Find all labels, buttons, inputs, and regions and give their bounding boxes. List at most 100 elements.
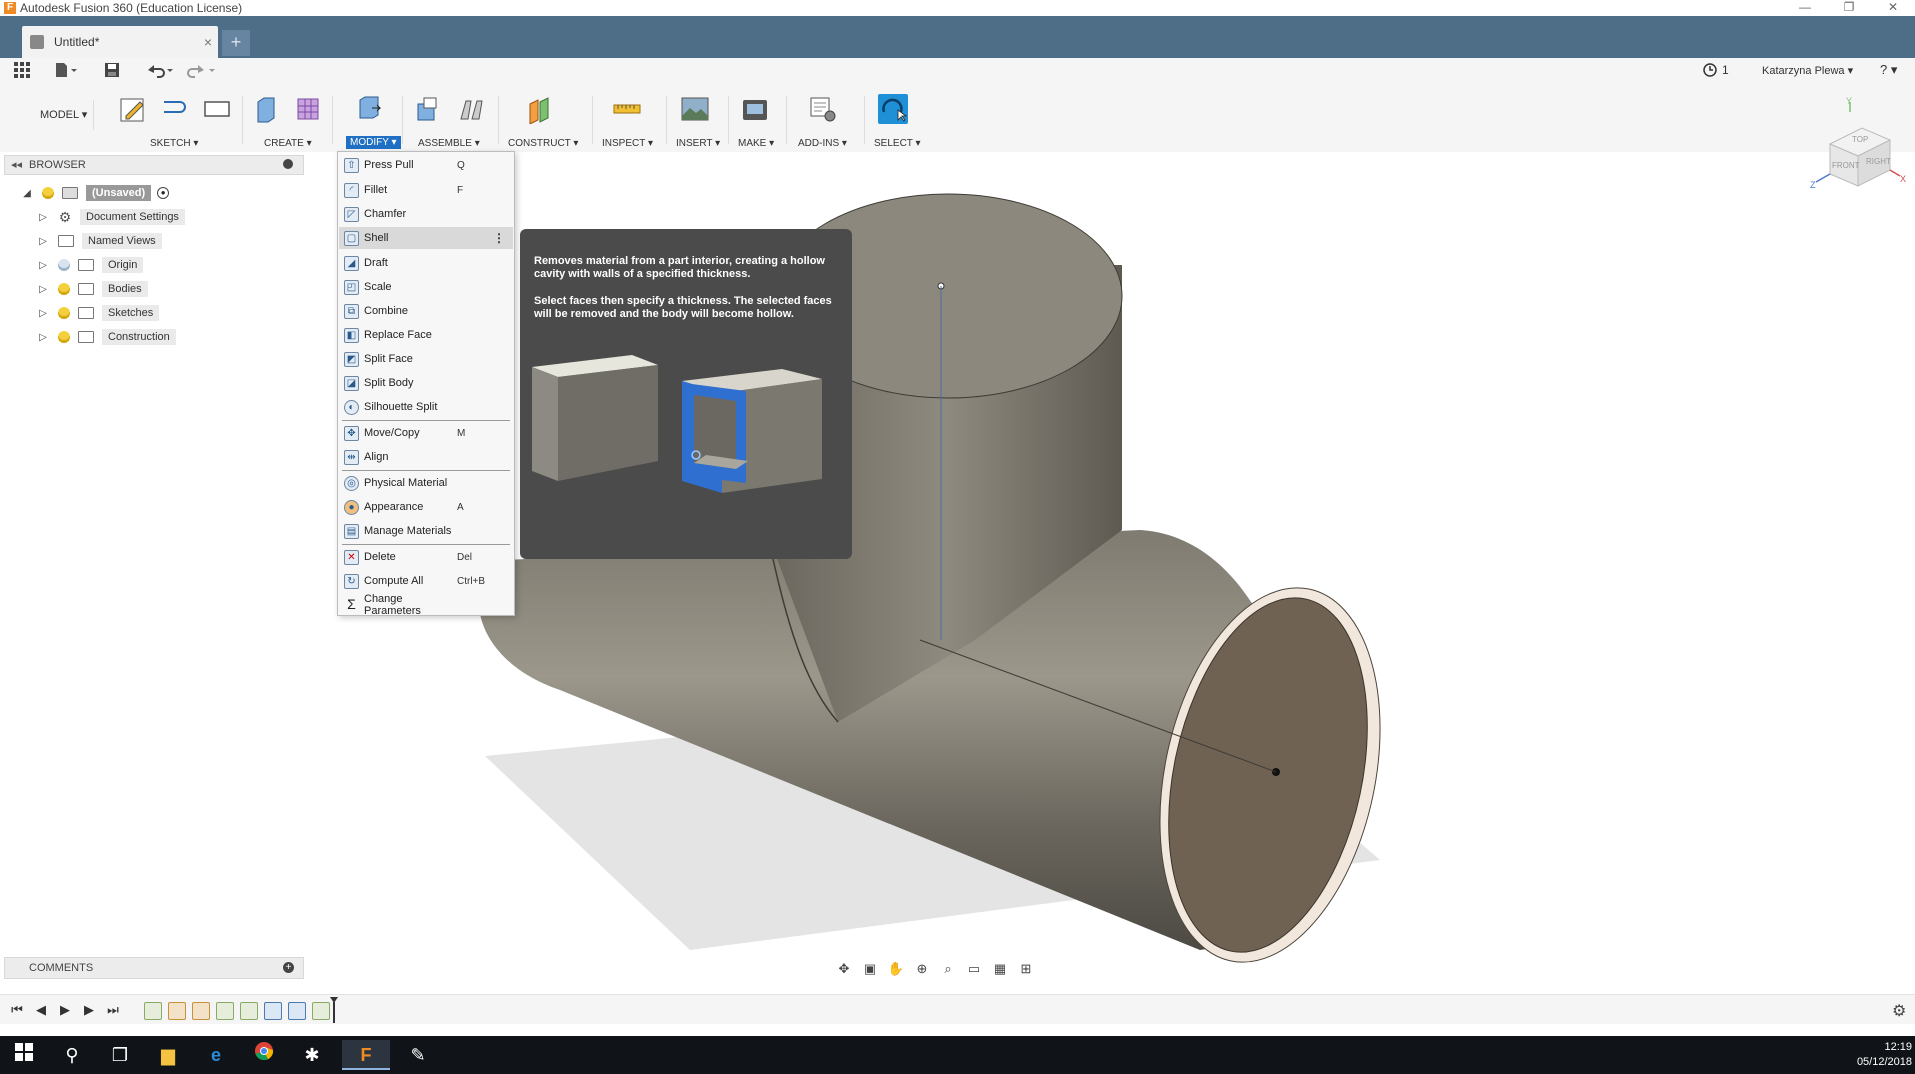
orbit-icon[interactable]: ✥: [834, 960, 854, 978]
make-group-label[interactable]: MAKE ▾: [738, 138, 774, 149]
system-clock[interactable]: 12:19 05/12/2018: [1848, 1040, 1912, 1070]
browser-options-icon[interactable]: [283, 159, 293, 169]
browser-panel-header[interactable]: ◂◂ BROWSER: [4, 155, 304, 175]
form-icon[interactable]: [294, 94, 324, 124]
task-view-icon[interactable]: ❐: [96, 1040, 144, 1070]
look-at-icon[interactable]: ▣: [860, 960, 880, 978]
line-tool-icon[interactable]: [160, 94, 190, 124]
fusion-360-taskbar-icon[interactable]: F: [342, 1040, 390, 1070]
close-window-button[interactable]: ✕: [1871, 0, 1915, 16]
menu-item-split-body[interactable]: ◪ Split Body: [339, 372, 513, 394]
menu-item-combine[interactable]: ⧉ Combine: [339, 300, 513, 322]
expand-arrow-icon[interactable]: ▷: [36, 332, 50, 343]
visibility-bulb-off-icon[interactable]: [58, 259, 70, 271]
joint-icon[interactable]: [456, 94, 486, 124]
timeline-feature-sketch[interactable]: [144, 1002, 162, 1020]
save-icon[interactable]: [102, 62, 122, 82]
search-icon[interactable]: ⚲: [48, 1040, 96, 1070]
menu-item-compute-all[interactable]: ↻ Compute All Ctrl+B: [339, 570, 513, 592]
comments-panel[interactable]: COMMENTS +: [4, 957, 304, 979]
workspace-switcher[interactable]: MODEL ▾: [14, 100, 94, 130]
menu-item-move-copy[interactable]: ✥ Move/Copy M: [339, 422, 513, 444]
menu-item-appearance[interactable]: ● Appearance A: [339, 496, 513, 518]
add-comment-button[interactable]: +: [283, 962, 294, 973]
menu-item-fillet[interactable]: ◜ Fillet F: [339, 179, 513, 201]
windows-start-icon[interactable]: [0, 1040, 48, 1070]
menu-item-align[interactable]: ⇹ Align: [339, 446, 513, 468]
menu-item-shell[interactable]: ▢ Shell ⋮: [339, 227, 513, 249]
go-to-start-icon[interactable]: ⏮: [8, 1001, 26, 1019]
step-forward-icon[interactable]: ▶: [80, 1001, 98, 1019]
tree-item-document-settings[interactable]: ▷ ⚙ Document Settings: [36, 207, 185, 227]
addins-group-label[interactable]: ADD-INS ▾: [798, 138, 847, 149]
visibility-bulb-icon[interactable]: [42, 187, 54, 199]
select-group-label[interactable]: SELECT ▾: [874, 138, 921, 149]
menu-item-change-parameters[interactable]: Σ Change Parameters: [339, 593, 513, 617]
viewcube-right-face[interactable]: RIGHT: [1866, 157, 1891, 166]
timeline-feature-sketch[interactable]: [216, 1002, 234, 1020]
create-group-label[interactable]: CREATE ▾: [264, 138, 312, 149]
menu-item-replace-face[interactable]: ◧ Replace Face: [339, 324, 513, 346]
data-panel-grid-icon[interactable]: [12, 62, 32, 82]
expand-arrow-icon[interactable]: ▷: [36, 260, 50, 271]
timeline-feature-sketch[interactable]: [240, 1002, 258, 1020]
3d-print-icon[interactable]: [740, 94, 770, 124]
visibility-bulb-icon[interactable]: [58, 307, 70, 319]
display-settings-icon[interactable]: ▭: [964, 960, 984, 978]
expand-arrow-icon[interactable]: ▷: [36, 212, 50, 223]
new-tab-button[interactable]: +: [222, 30, 250, 56]
close-tab-button[interactable]: ×: [198, 34, 218, 50]
menu-item-delete[interactable]: ✕ Delete Del: [339, 546, 513, 568]
create-sketch-icon[interactable]: [118, 94, 148, 124]
menu-item-scale[interactable]: ◰ Scale: [339, 276, 513, 298]
timeline-feature-sketch[interactable]: [312, 1002, 330, 1020]
measure-icon[interactable]: [612, 94, 642, 124]
chrome-icon[interactable]: [240, 1040, 288, 1070]
scripts-addins-icon[interactable]: [808, 94, 838, 124]
pan-hand-icon[interactable]: ✋: [886, 960, 906, 978]
timeline-feature-extrude[interactable]: [264, 1002, 282, 1020]
timeline-marker-handle[interactable]: [330, 997, 338, 1023]
zoom-icon[interactable]: ⊕: [912, 960, 932, 978]
tree-item-named-views[interactable]: ▷ Named Views: [36, 231, 162, 251]
press-pull-icon[interactable]: [354, 94, 384, 124]
step-back-icon[interactable]: ◀: [32, 1001, 50, 1019]
redo-icon[interactable]: [184, 62, 218, 82]
tree-item-sketches[interactable]: ▷ Sketches: [36, 303, 160, 323]
rectangle-tool-icon[interactable]: [202, 94, 232, 124]
visibility-bulb-icon[interactable]: [58, 331, 70, 343]
expand-arrow-icon[interactable]: ▷: [36, 236, 50, 247]
insert-group-label[interactable]: INSERT ▾: [676, 138, 720, 149]
tree-item-origin[interactable]: ▷ Origin: [36, 255, 144, 275]
tree-item-construction[interactable]: ▷ Construction: [36, 327, 176, 347]
new-component-icon[interactable]: [414, 94, 444, 124]
undo-icon[interactable]: [142, 62, 176, 82]
timeline-settings-gear-icon[interactable]: ⚙: [1892, 1001, 1906, 1021]
menu-item-physical-material[interactable]: ◎ Physical Material: [339, 472, 513, 494]
menu-item-manage-materials[interactable]: ▤ Manage Materials: [339, 520, 513, 542]
construct-group-label[interactable]: CONSTRUCT ▾: [508, 138, 578, 149]
visibility-bulb-icon[interactable]: [58, 283, 70, 295]
tree-item-bodies[interactable]: ▷ Bodies: [36, 279, 148, 299]
timeline-feature-extrude[interactable]: [288, 1002, 306, 1020]
select-tool-icon[interactable]: [878, 94, 908, 124]
viewcube-top-face[interactable]: TOP: [1852, 135, 1868, 144]
fit-zoom-icon[interactable]: ⌕: [938, 960, 958, 978]
minimize-button[interactable]: —: [1783, 0, 1827, 16]
canvas-viewport[interactable]: [0, 152, 1915, 984]
inspect-group-label[interactable]: INSPECT ▾: [602, 138, 653, 149]
expand-arrow-icon[interactable]: ▷: [36, 284, 50, 295]
file-explorer-icon[interactable]: ▆: [144, 1040, 192, 1070]
viewports-icon[interactable]: ⊞: [1016, 960, 1036, 978]
document-tab[interactable]: Untitled* ×: [22, 26, 218, 58]
menu-item-split-face[interactable]: ◩ Split Face: [339, 348, 513, 370]
sketch-group-label[interactable]: SKETCH ▾: [150, 138, 198, 149]
timeline-feature-revolve[interactable]: [192, 1002, 210, 1020]
assemble-group-label[interactable]: ASSEMBLE ▾: [418, 138, 480, 149]
activate-radio-icon[interactable]: ●: [157, 187, 170, 199]
user-account-menu[interactable]: Katarzyna Plewa ▾: [1762, 64, 1853, 77]
more-options-icon[interactable]: ⋮: [493, 231, 505, 245]
edge-browser-icon[interactable]: e: [192, 1040, 240, 1070]
insert-canvas-icon[interactable]: [680, 94, 710, 124]
paint-app-icon[interactable]: ✎: [394, 1040, 442, 1070]
